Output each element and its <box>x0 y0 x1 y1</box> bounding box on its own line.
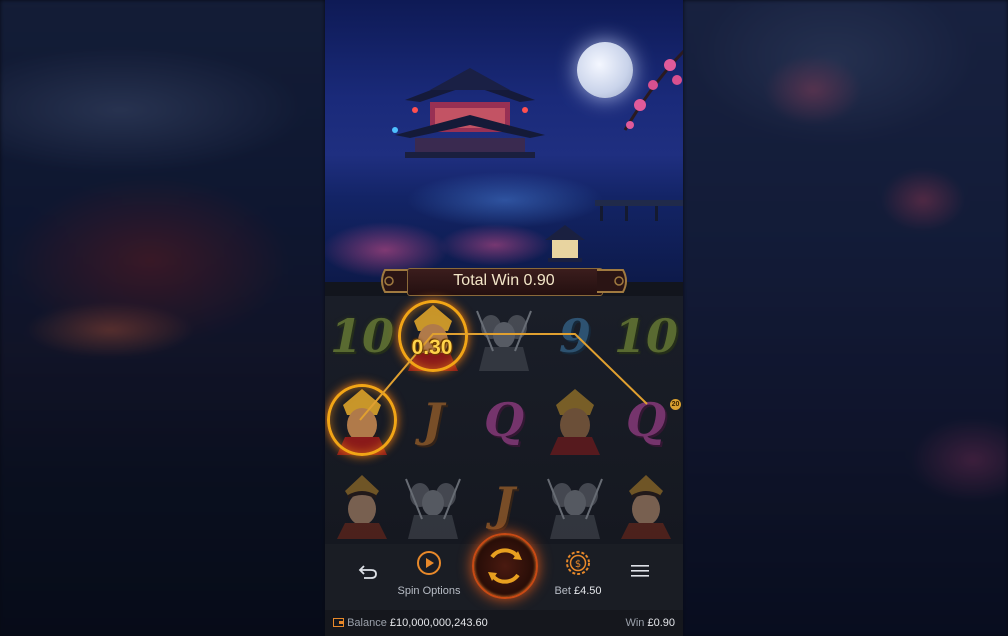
payline-badge: 20 <box>670 399 681 410</box>
symbol-letter: J <box>422 393 444 447</box>
reel-symbol: 10 <box>327 298 397 374</box>
symbol-letter: J <box>493 477 515 531</box>
hero-portrait-icon <box>337 475 387 539</box>
pagoda-illustration <box>392 68 545 158</box>
reel-symbol <box>398 466 468 542</box>
reel-symbol: 9 <box>540 298 610 374</box>
balance-label: Balance <box>347 617 387 629</box>
warriors-portrait-icon <box>547 478 603 539</box>
symbol-letter: Q <box>483 393 525 447</box>
symbol-letter: Q <box>625 393 667 447</box>
general-red-portrait-icon <box>550 389 600 455</box>
hero-portrait-icon <box>621 475 671 539</box>
undo-button[interactable] <box>353 558 383 584</box>
wallet-icon <box>333 618 344 627</box>
status-bar: Balance £10,000,000,243.60 Win £0.90 <box>325 610 683 636</box>
pier <box>595 200 683 221</box>
reel-symbol <box>540 466 610 542</box>
reel-symbol <box>611 466 681 542</box>
reel-symbol: Q <box>611 382 681 458</box>
spin-options-label: Spin Options <box>397 585 461 597</box>
reel-symbol <box>469 298 539 374</box>
bet-label: Bet <box>554 585 571 597</box>
bet-value: £4.50 <box>574 585 602 597</box>
total-win-banner: Total Win 0.90 <box>377 266 631 296</box>
win-value: £0.90 <box>647 617 675 629</box>
reel-symbol <box>327 382 397 458</box>
lantern-pavilion <box>545 225 585 262</box>
spin-button[interactable] <box>472 533 538 599</box>
symbol-letter: 9 <box>558 309 591 363</box>
reel-symbol <box>327 466 397 542</box>
symbol-letter: 10 <box>329 309 394 363</box>
reel-symbol: Q <box>469 382 539 458</box>
warriors-portrait-icon <box>405 478 461 539</box>
reel-symbol: 10 <box>611 298 681 374</box>
reel-symbol <box>540 382 610 458</box>
balance-value: £10,000,000,243.60 <box>389 617 488 629</box>
spin-icon <box>488 548 522 584</box>
menu-button[interactable] <box>625 558 655 584</box>
bet-button[interactable]: $ <box>563 548 593 578</box>
banner-scroll-right <box>597 269 627 293</box>
reel-symbol: J <box>469 466 539 542</box>
cherry-blossom-branch <box>623 49 683 131</box>
balance-display: Balance £10,000,000,243.60 <box>333 617 488 629</box>
svg-text:$: $ <box>575 559 581 570</box>
bet-display: Bet £4.50 <box>538 585 618 597</box>
menu-icon <box>631 565 649 577</box>
win-highlight-ring <box>327 384 397 456</box>
game-viewport: Total Win 0.90 10 9 10 J Q Q J 20 0.30 Spin Op… <box>325 0 683 636</box>
symbol-win-amount: 0.30 <box>411 336 453 359</box>
reel-grid: 10 9 10 J Q Q J <box>325 296 683 544</box>
total-win-label: Total Win 0.90 <box>453 272 555 289</box>
win-display: Win £0.90 <box>625 617 675 629</box>
warriors-portrait-icon <box>476 310 532 371</box>
coin-icon: $ <box>566 551 590 575</box>
play-circle-icon <box>417 551 441 575</box>
undo-icon <box>358 565 377 579</box>
symbol-letter: 10 <box>613 309 678 363</box>
win-label: Win <box>625 617 645 629</box>
reel-symbol: J <box>398 382 468 458</box>
game-scene-artwork <box>325 0 683 282</box>
spin-options-button[interactable] <box>414 548 444 578</box>
